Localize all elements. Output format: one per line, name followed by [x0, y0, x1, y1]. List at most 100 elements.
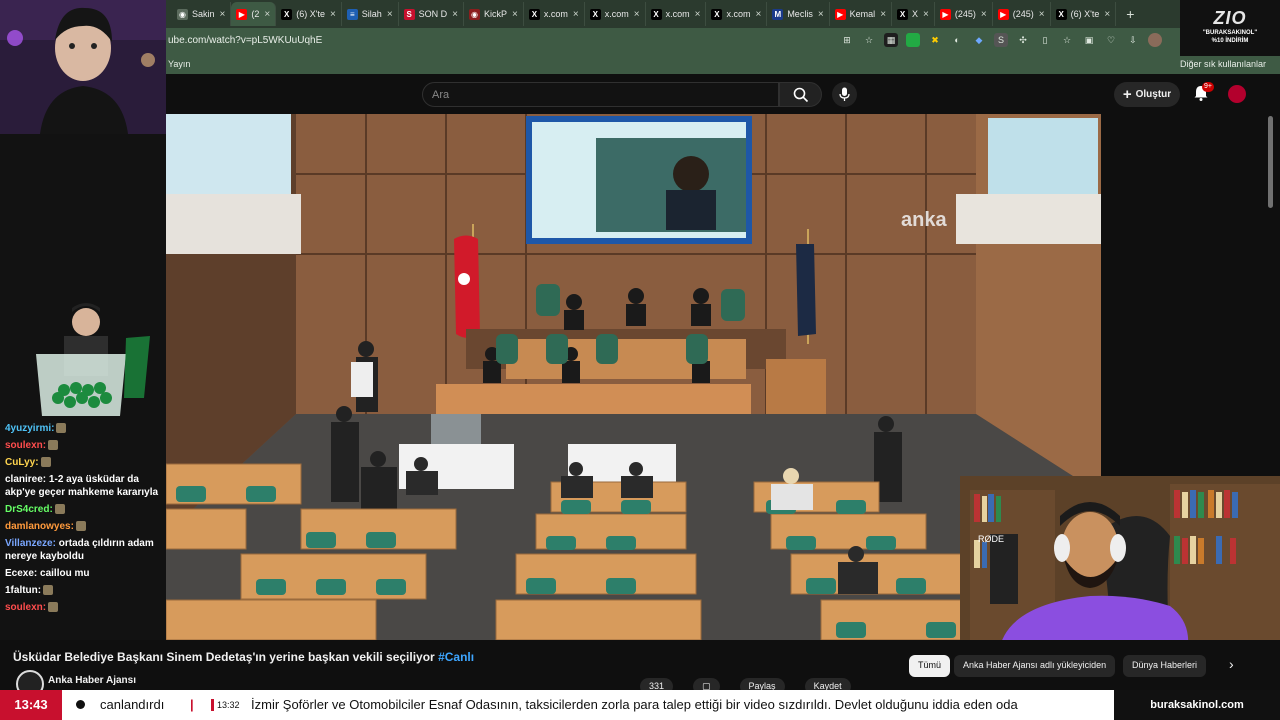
close-tab-icon[interactable]: ×: [573, 9, 579, 20]
close-tab-icon[interactable]: ×: [330, 9, 336, 20]
channel-watermark: anka: [901, 209, 947, 231]
tab-label: (245): [1012, 9, 1034, 19]
close-tab-icon[interactable]: ×: [264, 9, 270, 20]
chat-username[interactable]: CuLyy:: [5, 457, 39, 468]
sponsor-discount: %10 İNDİRİM: [1211, 38, 1249, 44]
extension-icon[interactable]: [906, 33, 920, 47]
page-scrollbar[interactable]: [1268, 116, 1273, 208]
browser-tab[interactable]: S SON D ×: [399, 2, 465, 26]
heart-icon[interactable]: ♡: [1104, 33, 1118, 47]
ticker-brand: buraksakinol.com: [1114, 690, 1280, 720]
extension-icon[interactable]: ◆: [972, 33, 986, 47]
ticker-clock: 13:43: [0, 690, 62, 720]
chat-message: soulexn:: [5, 601, 161, 614]
browser-tab[interactable]: Xx.com ×: [646, 2, 707, 26]
chip-world-news[interactable]: Dünya Haberleri: [1123, 655, 1207, 677]
browser-tab[interactable]: ◉ Sakin ×: [172, 2, 232, 26]
create-label: Oluştur: [1135, 89, 1172, 100]
live-hashtag[interactable]: #Canlı: [438, 650, 474, 664]
bookmark-star-icon[interactable]: ☆: [862, 33, 876, 47]
extension-icon[interactable]: S: [994, 33, 1008, 47]
translate-icon[interactable]: ⊞: [840, 33, 854, 47]
tab-favicon-icon: X: [281, 8, 293, 20]
tab-favicon-icon: ▶: [834, 8, 846, 20]
create-button[interactable]: + Oluştur: [1114, 82, 1180, 107]
close-tab-icon[interactable]: ×: [220, 9, 226, 20]
browser-tab[interactable]: ◉ KickP ×: [464, 2, 524, 26]
sponsor-mascot: [36, 303, 150, 416]
close-tab-icon[interactable]: ×: [1039, 9, 1045, 20]
close-tab-icon[interactable]: ×: [818, 9, 824, 20]
chat-message: Ecexe: caillou mu: [5, 567, 161, 580]
channel-name[interactable]: Anka Haber Ajansı: [48, 675, 136, 686]
close-tab-icon[interactable]: ×: [755, 9, 761, 20]
collections-icon[interactable]: ▣: [1082, 33, 1096, 47]
chat-message: CuLyy:: [5, 456, 161, 469]
browser-tab[interactable]: X (6) X'te ×: [1051, 2, 1117, 26]
chat-username[interactable]: claniree:: [5, 474, 46, 485]
browser-tab[interactable]: Xx.com ×: [706, 2, 768, 26]
chat-emote-icon: [56, 423, 67, 434]
chevron-right-icon[interactable]: ›: [1229, 656, 1234, 672]
tab-label: x.com: [665, 9, 690, 19]
browser-tab[interactable]: ≡ Silah ×: [342, 2, 399, 26]
split-view-icon[interactable]: ▯: [1038, 33, 1052, 47]
news-ticker: 13:43 canlandırdı | 13:32 İzmir Şoförler…: [0, 690, 1280, 720]
extensions-puzzle-icon[interactable]: ✣: [1016, 33, 1030, 47]
close-tab-icon[interactable]: ×: [387, 9, 393, 20]
extension-icons: ⊞ ☆ ▦ ✖ ◐ ◆ S ✣ ▯ ☆ ▣ ♡ ⇩: [840, 33, 1162, 47]
browser-tab[interactable]: Xx.com ×: [524, 2, 585, 26]
browser-tab[interactable]: X X ×: [892, 2, 935, 26]
close-tab-icon[interactable]: ×: [452, 9, 458, 20]
chat-username[interactable]: soulexn:: [5, 440, 46, 451]
chat-username[interactable]: 1faltun:: [5, 585, 41, 596]
account-avatar[interactable]: [1228, 85, 1246, 103]
tab-favicon-icon: X: [650, 8, 662, 20]
close-tab-icon[interactable]: ×: [981, 9, 987, 20]
browser-tab[interactable]: M Meclis ×: [767, 2, 830, 26]
voice-search-button[interactable]: [832, 82, 857, 107]
extension-icon[interactable]: ◐: [950, 33, 964, 47]
microphone-icon: [839, 87, 850, 101]
ticker-headline-2: İzmir Şoförler ve Otomobilciler Esnaf Od…: [251, 697, 1018, 712]
browser-tab[interactable]: ▶ (2 ×: [231, 2, 277, 26]
ticker-separator: |: [190, 697, 194, 712]
browser-tab[interactable]: Xx.com ×: [585, 2, 646, 26]
close-tab-icon[interactable]: ×: [923, 9, 929, 20]
close-tab-icon[interactable]: ×: [512, 9, 518, 20]
chat-username[interactable]: Villanzeze:: [5, 538, 56, 549]
profile-avatar[interactable]: [1148, 33, 1162, 47]
new-tab-button[interactable]: +: [1126, 6, 1134, 22]
downloads-icon[interactable]: ⇩: [1126, 33, 1140, 47]
browser-tab[interactable]: ▶ (245) ×: [993, 2, 1051, 26]
chip-all[interactable]: Tümü: [909, 655, 951, 677]
chat-username[interactable]: Ecexe:: [5, 568, 37, 579]
streamer-webcam: [0, 0, 166, 134]
chat-username[interactable]: damlanowyes:: [5, 521, 74, 532]
chat-message: claniree: 1-2 aya üsküdar da akp'ye geçe…: [5, 473, 161, 499]
search-input[interactable]: Ara: [422, 82, 779, 107]
chat-username[interactable]: 4yuzyirmi:: [5, 423, 54, 434]
browser-tab-bar: ◉ Sakin × ▶ (2 × X (6) X'te × ≡ Silah × S SON D × ◉ Kick…: [166, 0, 1280, 28]
browser-tab[interactable]: ▶ (245) ×: [935, 2, 993, 26]
search-button[interactable]: [779, 82, 822, 107]
chat-username[interactable]: DrS4cred:: [5, 504, 53, 515]
url-text[interactable]: ube.com/watch?v=pL5WKUuUqhE: [168, 35, 322, 46]
chip-uploader[interactable]: Anka Haber Ajansı adlı yükleyiciden: [954, 655, 1116, 677]
browser-tab[interactable]: ▶ Kemal ×: [830, 2, 893, 26]
chat-emote-icon: [43, 585, 54, 596]
close-tab-icon[interactable]: ×: [1104, 9, 1110, 20]
extension-icon[interactable]: ✖: [928, 33, 942, 47]
chat-message: 1faltun:: [5, 584, 161, 597]
browser-tab[interactable]: X (6) X'te ×: [276, 2, 342, 26]
favorites-icon[interactable]: ☆: [1060, 33, 1074, 47]
bookmark-item[interactable]: Yayın: [168, 59, 190, 69]
address-bar[interactable]: ube.com/watch?v=pL5WKUuUqhE ⊞ ☆ ▦ ✖ ◐ ◆ …: [166, 28, 1280, 53]
extension-icon[interactable]: ▦: [884, 33, 898, 47]
close-tab-icon[interactable]: ×: [634, 9, 640, 20]
ticker-headline-1: canlandırdı: [100, 697, 165, 712]
chat-username[interactable]: soulexn:: [5, 602, 46, 613]
close-tab-icon[interactable]: ×: [695, 9, 701, 20]
other-favorites[interactable]: Diğer sık kullanılanlar: [1180, 59, 1266, 69]
close-tab-icon[interactable]: ×: [880, 9, 886, 20]
